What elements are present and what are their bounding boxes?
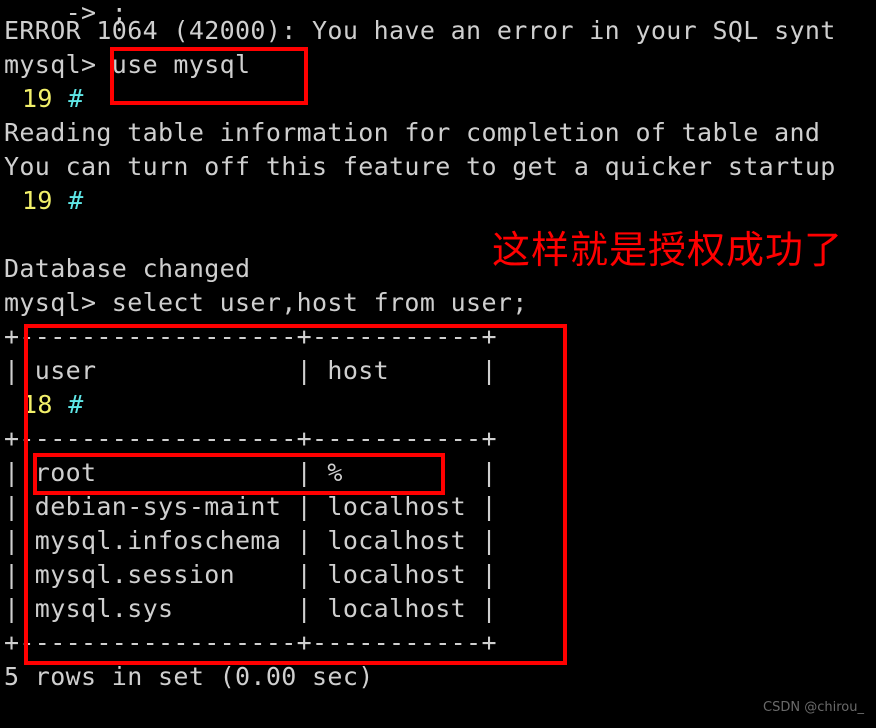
gutter-hash-icon: #: [68, 84, 84, 113]
terminal-line-error: ERROR 1064 (42000): You have an error in…: [4, 16, 836, 45]
gutter-line-19-first: 19 #: [22, 82, 84, 116]
watermark-label: CSDN @chirou_: [763, 700, 864, 715]
terminal-line-select-query: mysql> select user,host from user;: [4, 288, 528, 317]
terminal-line-database-changed: Database changed: [4, 254, 251, 283]
terminal-line-turn-off-feature: You can turn off this feature to get a q…: [4, 152, 836, 181]
annotation-text-chinese: 这样就是授权成功了: [492, 228, 844, 272]
gutter-number: 19: [22, 84, 53, 113]
gutter-hash-icon: #: [68, 186, 84, 215]
gutter-line-19-second: 19 #: [22, 184, 84, 218]
terminal-window: -> ; ERROR 1064 (42000): You have an err…: [0, 0, 876, 728]
gutter-number: 19: [22, 186, 53, 215]
annotation-box-root-row: [33, 453, 445, 495]
annotation-box-use-mysql: [110, 47, 308, 105]
table-footer-rowcount: 5 rows in set (0.00 sec): [4, 662, 374, 691]
terminal-line-reading-table: Reading table information for completion…: [4, 118, 821, 147]
